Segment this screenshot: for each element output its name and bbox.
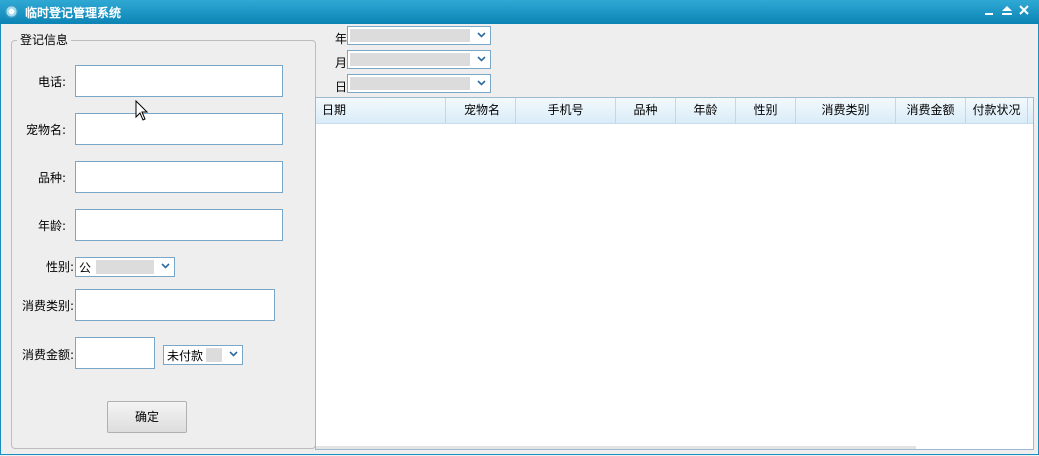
column-header-gender[interactable]: 性别 bbox=[736, 98, 796, 123]
column-header-phone[interactable]: 手机号 bbox=[516, 98, 616, 123]
chevron-down-icon bbox=[477, 32, 486, 38]
column-header-age[interactable]: 年龄 bbox=[676, 98, 736, 123]
day-select[interactable] bbox=[347, 74, 491, 93]
phone-input[interactable] bbox=[75, 65, 283, 97]
day-select-highlight bbox=[350, 77, 470, 90]
minimize-button[interactable] bbox=[981, 4, 997, 20]
breed-label: 品种: bbox=[37, 171, 66, 185]
age-input[interactable] bbox=[75, 209, 283, 241]
month-select[interactable] bbox=[347, 50, 491, 69]
pet-name-input[interactable] bbox=[75, 113, 283, 145]
chevron-down-icon bbox=[161, 263, 170, 269]
gender-select-highlight bbox=[96, 260, 154, 274]
maximize-button[interactable] bbox=[999, 4, 1015, 20]
year-select-arrow[interactable] bbox=[474, 28, 489, 43]
close-button[interactable] bbox=[1016, 4, 1032, 20]
column-header-breed[interactable]: 品种 bbox=[616, 98, 676, 123]
column-header-date[interactable]: 日期 bbox=[316, 98, 446, 123]
year-select[interactable] bbox=[347, 26, 491, 45]
gender-select[interactable]: 公 bbox=[75, 257, 175, 277]
column-header-amount[interactable]: 消费金额 bbox=[896, 98, 966, 123]
category-label: 消费类别: bbox=[21, 299, 74, 313]
month-label: 月 bbox=[335, 56, 348, 70]
year-label: 年 bbox=[335, 32, 348, 46]
day-label: 日 bbox=[335, 80, 348, 94]
chevron-down-icon bbox=[229, 351, 238, 357]
amount-input[interactable] bbox=[75, 337, 155, 369]
mouse-cursor-icon bbox=[135, 100, 149, 121]
year-select-highlight bbox=[350, 29, 470, 42]
records-table[interactable]: 日期 宠物名 手机号 品种 年龄 性别 消费类别 消费金额 付款状况 bbox=[315, 97, 1034, 450]
column-header-category[interactable]: 消费类别 bbox=[796, 98, 896, 123]
payment-status-highlight bbox=[206, 348, 222, 362]
month-select-highlight bbox=[350, 53, 470, 66]
chevron-down-icon bbox=[477, 56, 486, 62]
restore-icon bbox=[1002, 6, 1012, 15]
day-select-arrow[interactable] bbox=[474, 76, 489, 91]
chevron-down-icon bbox=[477, 80, 486, 86]
age-label: 年龄: bbox=[37, 219, 66, 233]
payment-status-arrow[interactable] bbox=[226, 347, 241, 363]
payment-status-value: 未付款 bbox=[167, 349, 204, 363]
gender-select-arrow[interactable] bbox=[158, 259, 173, 275]
app-icon bbox=[5, 5, 18, 18]
horizontal-scrollbar[interactable] bbox=[316, 446, 916, 449]
window-title: 临时登记管理系统 bbox=[25, 6, 122, 20]
gender-label: 性别: bbox=[45, 260, 74, 274]
registration-group bbox=[11, 40, 316, 449]
breed-input[interactable] bbox=[75, 161, 283, 193]
confirm-button[interactable]: 确定 bbox=[107, 401, 187, 433]
amount-label: 消费金额: bbox=[21, 348, 74, 362]
title-bar: 临时登记管理系统 bbox=[0, 0, 1039, 24]
pet-name-label: 宠物名: bbox=[25, 123, 66, 137]
registration-group-title: 登记信息 bbox=[17, 31, 72, 48]
minimize-icon bbox=[985, 13, 993, 15]
gender-select-value: 公 bbox=[79, 261, 92, 275]
payment-status-select[interactable]: 未付款 bbox=[163, 345, 243, 365]
close-icon bbox=[1019, 5, 1029, 15]
phone-label: 电话: bbox=[37, 75, 66, 89]
column-header-payment-status[interactable]: 付款状况 bbox=[966, 98, 1028, 123]
column-header-pet-name[interactable]: 宠物名 bbox=[446, 98, 516, 123]
table-header: 日期 宠物名 手机号 品种 年龄 性别 消费类别 消费金额 付款状况 bbox=[316, 98, 1033, 124]
category-input[interactable] bbox=[75, 289, 275, 321]
month-select-arrow[interactable] bbox=[474, 52, 489, 67]
